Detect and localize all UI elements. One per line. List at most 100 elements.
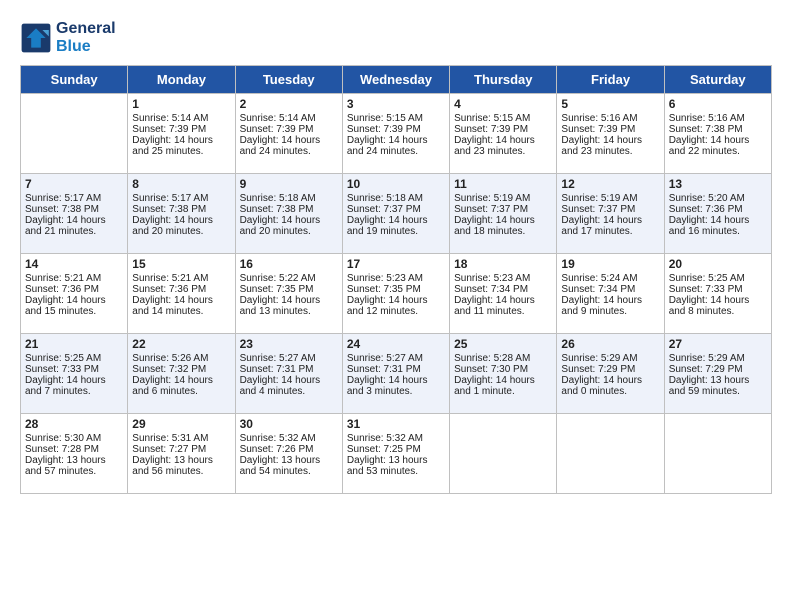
calendar-day: 22Sunrise: 5:26 AMSunset: 7:32 PMDayligh… [128, 334, 235, 414]
day-info: Sunrise: 5:32 AM [347, 433, 445, 444]
day-number: 19 [561, 257, 659, 271]
calendar-day: 24Sunrise: 5:27 AMSunset: 7:31 PMDayligh… [342, 334, 449, 414]
weekday-header: Tuesday [235, 66, 342, 94]
calendar-day: 21Sunrise: 5:25 AMSunset: 7:33 PMDayligh… [21, 334, 128, 414]
day-info: and 20 minutes. [132, 226, 230, 237]
calendar-day: 1Sunrise: 5:14 AMSunset: 7:39 PMDaylight… [128, 94, 235, 174]
day-info: and 57 minutes. [25, 466, 123, 477]
day-info: Sunrise: 5:24 AM [561, 273, 659, 284]
day-info: Sunset: 7:39 PM [240, 124, 338, 135]
calendar-day: 31Sunrise: 5:32 AMSunset: 7:25 PMDayligh… [342, 414, 449, 494]
day-info: and 14 minutes. [132, 306, 230, 317]
day-info: Sunset: 7:39 PM [561, 124, 659, 135]
day-info: and 3 minutes. [347, 386, 445, 397]
calendar-day [557, 414, 664, 494]
day-info: and 6 minutes. [132, 386, 230, 397]
day-info: and 11 minutes. [454, 306, 552, 317]
day-info: Sunset: 7:28 PM [25, 444, 123, 455]
calendar-day: 14Sunrise: 5:21 AMSunset: 7:36 PMDayligh… [21, 254, 128, 334]
calendar-day [21, 94, 128, 174]
day-number: 21 [25, 337, 123, 351]
day-info: Daylight: 14 hours [132, 135, 230, 146]
header: General Blue [20, 20, 772, 55]
day-info: Sunrise: 5:23 AM [454, 273, 552, 284]
day-info: Daylight: 14 hours [454, 135, 552, 146]
day-info: Daylight: 14 hours [561, 215, 659, 226]
day-info: Daylight: 14 hours [669, 295, 767, 306]
day-info: Sunset: 7:38 PM [25, 204, 123, 215]
day-info: Daylight: 14 hours [454, 215, 552, 226]
day-info: Sunrise: 5:14 AM [240, 113, 338, 124]
weekday-header: Sunday [21, 66, 128, 94]
day-info: Sunrise: 5:19 AM [454, 193, 552, 204]
day-info: Sunrise: 5:17 AM [25, 193, 123, 204]
day-info: Sunset: 7:31 PM [240, 364, 338, 375]
day-info: Sunrise: 5:31 AM [132, 433, 230, 444]
day-info: Sunrise: 5:22 AM [240, 273, 338, 284]
day-number: 24 [347, 337, 445, 351]
day-number: 15 [132, 257, 230, 271]
day-info: Daylight: 14 hours [561, 375, 659, 386]
weekday-header: Monday [128, 66, 235, 94]
day-info: and 54 minutes. [240, 466, 338, 477]
day-number: 13 [669, 177, 767, 191]
day-info: Sunset: 7:36 PM [669, 204, 767, 215]
weekday-header: Wednesday [342, 66, 449, 94]
day-info: Sunrise: 5:25 AM [25, 353, 123, 364]
day-info: Sunrise: 5:18 AM [240, 193, 338, 204]
day-info: and 25 minutes. [132, 146, 230, 157]
day-info: Sunset: 7:38 PM [132, 204, 230, 215]
day-info: Sunset: 7:37 PM [454, 204, 552, 215]
day-info: and 17 minutes. [561, 226, 659, 237]
day-number: 9 [240, 177, 338, 191]
day-number: 2 [240, 97, 338, 111]
calendar-day: 10Sunrise: 5:18 AMSunset: 7:37 PMDayligh… [342, 174, 449, 254]
calendar-day: 15Sunrise: 5:21 AMSunset: 7:36 PMDayligh… [128, 254, 235, 334]
day-info: Daylight: 14 hours [347, 295, 445, 306]
day-number: 7 [25, 177, 123, 191]
calendar-day: 5Sunrise: 5:16 AMSunset: 7:39 PMDaylight… [557, 94, 664, 174]
calendar-day: 23Sunrise: 5:27 AMSunset: 7:31 PMDayligh… [235, 334, 342, 414]
day-info: and 56 minutes. [132, 466, 230, 477]
day-info: Daylight: 14 hours [25, 295, 123, 306]
day-info: Sunrise: 5:32 AM [240, 433, 338, 444]
day-info: Sunset: 7:31 PM [347, 364, 445, 375]
day-info: Sunrise: 5:21 AM [132, 273, 230, 284]
weekday-header: Saturday [664, 66, 771, 94]
calendar-day: 16Sunrise: 5:22 AMSunset: 7:35 PMDayligh… [235, 254, 342, 334]
day-info: Sunrise: 5:27 AM [347, 353, 445, 364]
day-info: and 13 minutes. [240, 306, 338, 317]
day-info: Daylight: 14 hours [454, 375, 552, 386]
day-info: Sunrise: 5:23 AM [347, 273, 445, 284]
calendar-week: 1Sunrise: 5:14 AMSunset: 7:39 PMDaylight… [21, 94, 772, 174]
calendar-day: 30Sunrise: 5:32 AMSunset: 7:26 PMDayligh… [235, 414, 342, 494]
calendar-day: 12Sunrise: 5:19 AMSunset: 7:37 PMDayligh… [557, 174, 664, 254]
day-number: 25 [454, 337, 552, 351]
day-info: Daylight: 13 hours [347, 455, 445, 466]
day-info: Sunset: 7:39 PM [132, 124, 230, 135]
day-number: 31 [347, 417, 445, 431]
calendar-day: 9Sunrise: 5:18 AMSunset: 7:38 PMDaylight… [235, 174, 342, 254]
day-info: and 18 minutes. [454, 226, 552, 237]
calendar-day: 27Sunrise: 5:29 AMSunset: 7:29 PMDayligh… [664, 334, 771, 414]
day-info: Daylight: 14 hours [132, 295, 230, 306]
day-info: Daylight: 13 hours [240, 455, 338, 466]
day-info: and 9 minutes. [561, 306, 659, 317]
day-info: Sunrise: 5:17 AM [132, 193, 230, 204]
day-info: Daylight: 14 hours [25, 375, 123, 386]
day-info: Sunset: 7:29 PM [669, 364, 767, 375]
day-number: 11 [454, 177, 552, 191]
day-number: 1 [132, 97, 230, 111]
day-info: Sunset: 7:38 PM [240, 204, 338, 215]
day-info: Sunset: 7:38 PM [669, 124, 767, 135]
day-number: 22 [132, 337, 230, 351]
calendar-week: 21Sunrise: 5:25 AMSunset: 7:33 PMDayligh… [21, 334, 772, 414]
day-info: Sunrise: 5:27 AM [240, 353, 338, 364]
calendar-table: SundayMondayTuesdayWednesdayThursdayFrid… [20, 65, 772, 494]
day-info: Sunrise: 5:20 AM [669, 193, 767, 204]
calendar-day: 26Sunrise: 5:29 AMSunset: 7:29 PMDayligh… [557, 334, 664, 414]
day-info: and 0 minutes. [561, 386, 659, 397]
day-info: and 16 minutes. [669, 226, 767, 237]
day-info: Sunrise: 5:15 AM [454, 113, 552, 124]
day-number: 27 [669, 337, 767, 351]
